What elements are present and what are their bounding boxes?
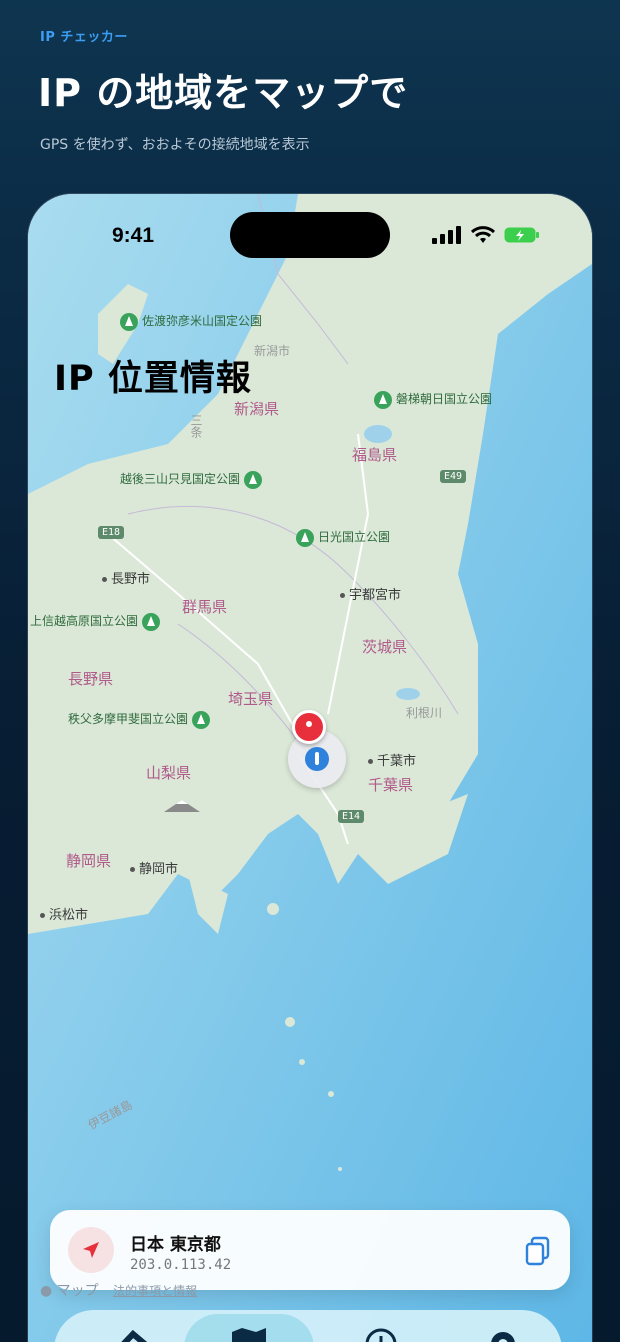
city-marker-icon — [368, 759, 373, 764]
phone-frame: 9:41 IP 位置情報 佐渡弥彦米山国定公園 新潟市 新潟県 磐梯朝日国立公園… — [28, 194, 592, 1342]
city-marker-icon — [130, 867, 135, 872]
park-icon — [296, 528, 314, 547]
dynamic-island — [230, 212, 390, 258]
map-small-label: 三条 — [189, 414, 203, 438]
map-brand: マップ — [56, 1283, 99, 1299]
tab-settings-icon[interactable] — [482, 1324, 524, 1342]
status-time: 9:41 — [112, 224, 155, 247]
copy-icon[interactable] — [524, 1236, 552, 1266]
map-city-label: 宇都宮市 — [340, 584, 401, 603]
promo-headline: IP の地域をマップで — [38, 71, 409, 115]
map-city-label: 静岡市 — [130, 858, 178, 877]
map-park-label: 磐梯朝日国立公園 — [374, 390, 492, 409]
ip-address: 203.0.113.42 — [130, 1257, 232, 1273]
city-marker-icon — [340, 593, 345, 598]
map-city-label: 千葉市 — [368, 750, 416, 769]
promo-kicker: IP チェッカー — [40, 30, 128, 45]
location-place: 日本 東京都 — [130, 1235, 221, 1255]
tab-bar — [54, 1310, 562, 1342]
signal-icon — [432, 226, 461, 244]
map-city-label: 浜松市 — [40, 904, 88, 923]
map-prefecture-label: 福島県 — [352, 446, 398, 464]
road-shield: E18 — [98, 526, 125, 539]
location-card[interactable]: 日本 東京都 203.0.113.42 — [50, 1210, 570, 1290]
map-prefecture-label: 山梨県 — [146, 764, 192, 782]
road-shield: E14 — [338, 810, 365, 823]
map-prefecture-label: 埼玉県 — [228, 690, 274, 708]
wifi-icon — [470, 226, 496, 243]
map-park-label: 越後三山只見国定公園 — [120, 470, 266, 489]
map-prefecture-label: 千葉県 — [368, 776, 414, 794]
mountain-icon — [164, 800, 200, 812]
map-city-label: 長野市 — [102, 568, 150, 587]
map-attribution[interactable]: ● マップ 法的事項と情報 — [40, 1280, 197, 1300]
location-pin-icon[interactable] — [292, 710, 326, 744]
map-small-label: 利根川 — [406, 706, 443, 720]
apple-logo-icon: ● — [40, 1283, 53, 1299]
map-prefecture-label: 長野県 — [68, 670, 114, 688]
map-prefecture-label: 静岡県 — [66, 852, 112, 870]
park-icon — [192, 710, 211, 729]
map-park-label: 佐渡弥彦米山国定公園 — [120, 312, 262, 331]
map-prefecture-label: 群馬県 — [182, 598, 228, 616]
ip-pin-icon[interactable] — [305, 747, 329, 771]
park-icon — [374, 390, 392, 409]
status-icons — [432, 224, 540, 246]
road-shield: E49 — [440, 470, 467, 483]
location-arrow-icon — [68, 1227, 114, 1273]
map-prefecture-label: 新潟県 — [234, 400, 280, 418]
map-park-label: 上信越高原国立公園 — [30, 612, 164, 631]
map-city-label: 新潟市 — [254, 344, 291, 358]
park-icon — [142, 612, 161, 631]
battery-charging-icon — [504, 227, 539, 243]
tab-home-icon[interactable] — [112, 1324, 154, 1342]
park-icon — [120, 312, 138, 331]
tab-history-icon[interactable] — [360, 1324, 402, 1342]
city-marker-icon — [40, 913, 45, 918]
screen-title: IP 位置情報 — [54, 359, 252, 399]
map-park-label: 日光国立公園 — [296, 528, 390, 547]
promo-subline: GPS を使わず、おおよその接続地域を表示 — [40, 137, 310, 153]
city-marker-icon — [102, 577, 107, 582]
map-prefecture-label: 茨城県 — [362, 638, 408, 656]
map-park-label: 秩父多摩甲斐国立公園 — [68, 710, 214, 729]
park-icon — [244, 470, 263, 489]
legal-link[interactable]: 法的事項と情報 — [113, 1284, 197, 1298]
tab-map-icon[interactable] — [228, 1324, 270, 1342]
